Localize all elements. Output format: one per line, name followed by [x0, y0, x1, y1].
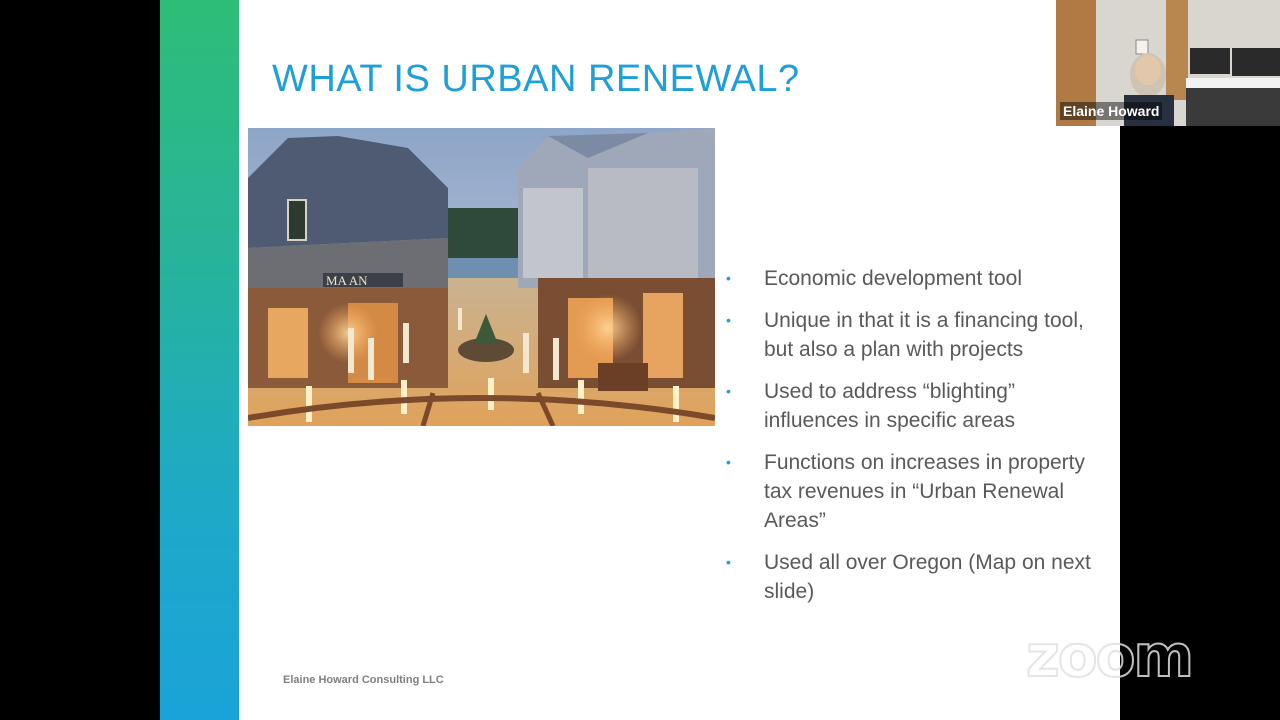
participant-name-label: Elaine Howard [1060, 102, 1163, 120]
bullet-text: Economic development tool [764, 267, 1022, 290]
slide-footer: Elaine Howard Consulting LLC [283, 674, 444, 686]
participant-video-tile[interactable]: Elaine Howard [1056, 0, 1280, 126]
bullet-item: • Used all over Oregon (Map on next slid… [726, 548, 1096, 606]
bullet-item: • Used to address “blighting” influences… [726, 377, 1096, 435]
shared-slide: WHAT IS URBAN RENEWAL? MA AN • Economic … [160, 0, 1120, 720]
bullet-text: Unique in that it is a financing tool, b… [764, 309, 1084, 361]
bullet-text: Functions on increases in property tax r… [764, 451, 1085, 532]
bullet-item: • Unique in that it is a financing tool,… [726, 306, 1096, 364]
bullet-dot-icon: • [726, 554, 731, 570]
bullet-dot-icon: • [726, 454, 731, 470]
zoom-meeting-window: WHAT IS URBAN RENEWAL? MA AN • Economic … [0, 0, 1280, 720]
zoom-logo-watermark: zoom [1025, 621, 1195, 691]
bullet-text: Used to address “blighting” influences i… [764, 380, 1015, 432]
slide-title: WHAT IS URBAN RENEWAL? [272, 58, 800, 100]
bullet-list: • Economic development tool • Unique in … [726, 264, 1096, 619]
bullet-dot-icon: • [726, 383, 731, 399]
bullet-dot-icon: • [726, 312, 731, 328]
slide-accent-bar [160, 0, 239, 720]
bullet-dot-icon: • [726, 270, 731, 286]
bullet-text: Used all over Oregon (Map on next slide) [764, 551, 1091, 603]
storefront-sign: MA AN [326, 273, 368, 288]
bullet-item: • Functions on increases in property tax… [726, 448, 1096, 535]
bullet-item: • Economic development tool [726, 264, 1096, 293]
village-street-photo: MA AN [248, 128, 715, 426]
